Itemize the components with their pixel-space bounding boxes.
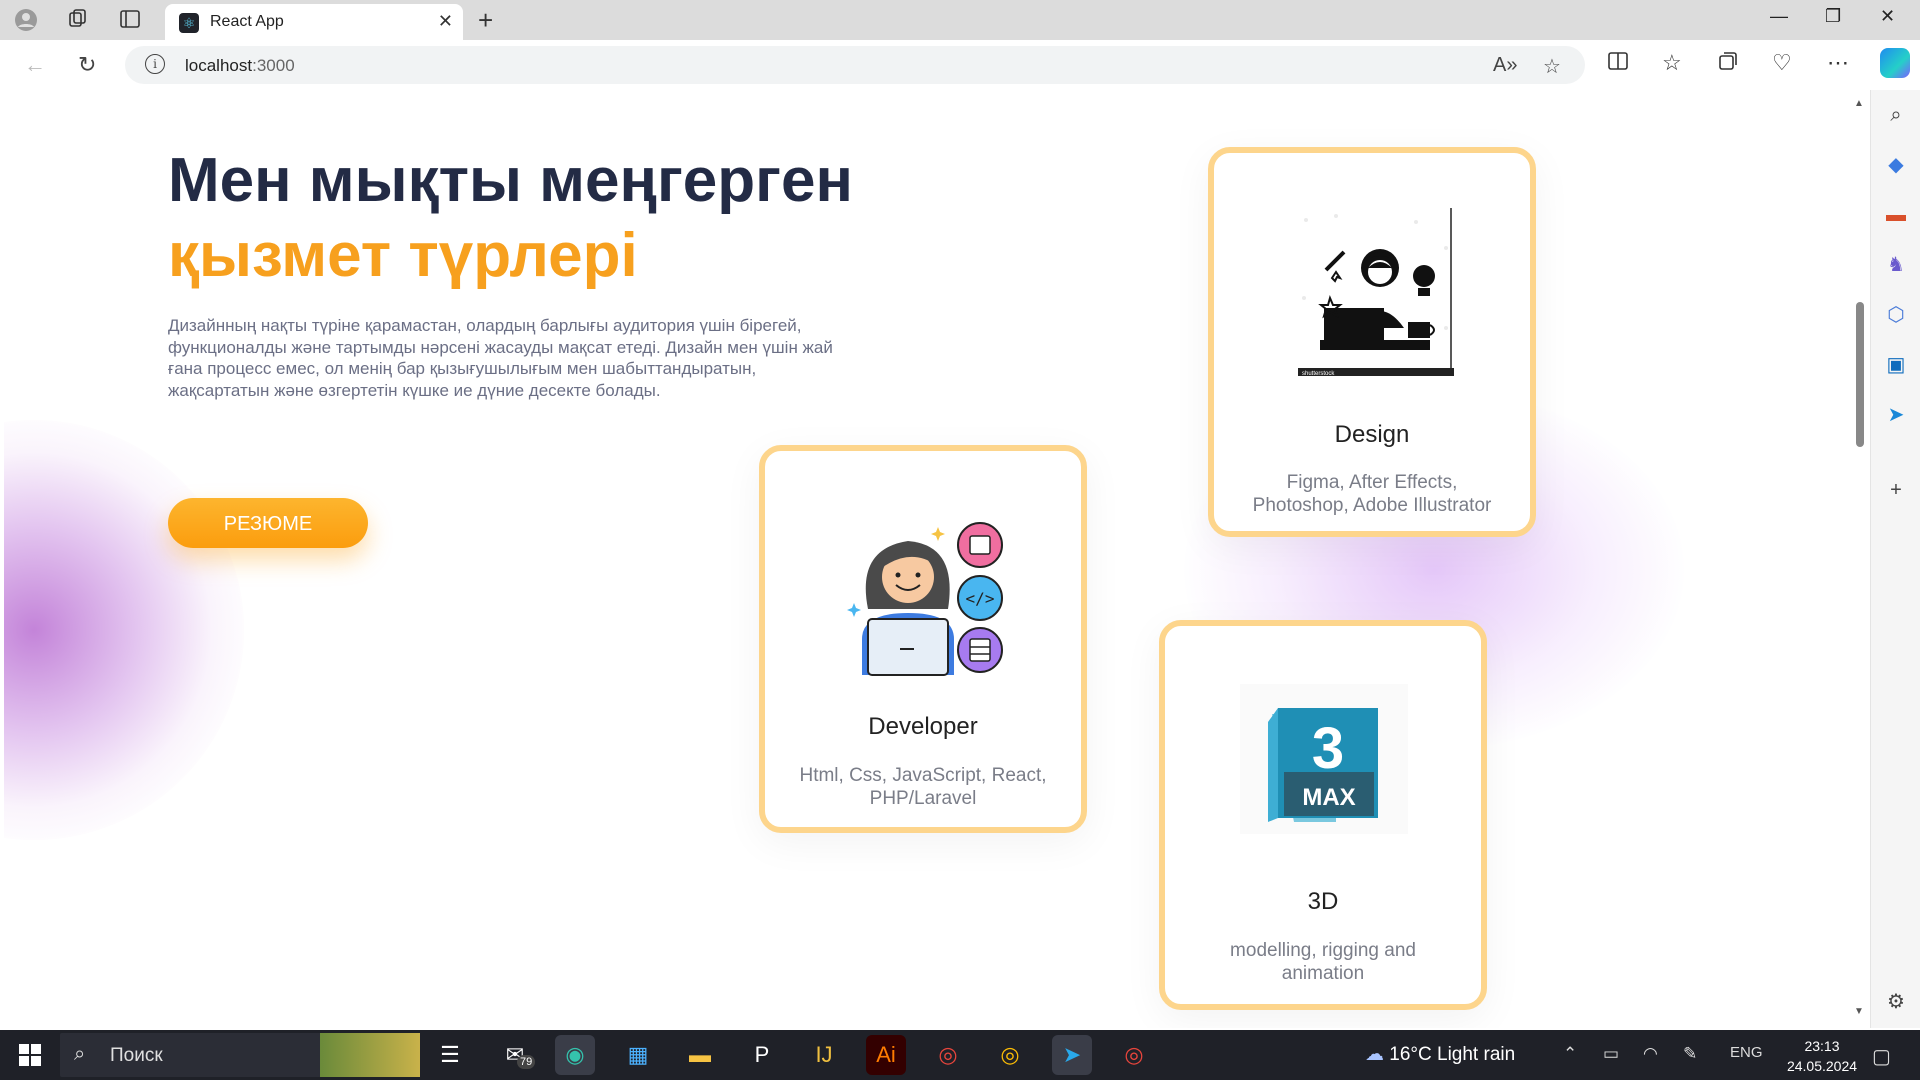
read-aloud-icon[interactable]: A»	[1493, 54, 1517, 77]
sidebar-outlook-icon[interactable]: ▣	[1884, 353, 1908, 377]
back-icon[interactable]: ←	[24, 52, 46, 78]
card-desc-design: Figma, After Effects, Photoshop, Adobe I…	[1252, 472, 1492, 516]
split-screen-icon[interactable]	[1607, 50, 1629, 78]
mail-badge: 79	[517, 1055, 536, 1069]
refresh-icon[interactable]: ↻	[78, 52, 96, 78]
heading-line-1: Мен мықты меңгерген	[168, 146, 853, 215]
new-tab-icon[interactable]: +	[478, 6, 493, 34]
heading-line-2: қызмет түрлері	[168, 221, 638, 290]
sidebar-settings-icon[interactable]: ⚙	[1884, 990, 1908, 1014]
page-scrollbar[interactable]: ▲ ▼	[1850, 90, 1870, 1028]
favorites-icon[interactable]: ☆	[1662, 50, 1682, 76]
pen-icon[interactable]: ✎	[1683, 1044, 1697, 1064]
search-highlight-image	[320, 1033, 420, 1077]
workspaces-icon[interactable]	[66, 8, 90, 32]
wifi-icon[interactable]: ◠	[1643, 1044, 1658, 1064]
task-view-icon[interactable]: ☰	[430, 1035, 470, 1075]
card-title-3d: 3D	[1307, 888, 1339, 915]
chrome-profile2-app-icon[interactable]: ◎	[1114, 1035, 1154, 1075]
react-favicon-icon: ⚛	[179, 13, 199, 33]
copilot-icon[interactable]	[1880, 48, 1910, 78]
address-bar-row: ← ↻ i localhost:3000 A» ☆ ☆ ♡ ⋯	[0, 40, 1920, 90]
developer-illustration: </>	[840, 499, 1010, 679]
window-close-icon[interactable]: ✕	[1880, 6, 1895, 27]
windows-taskbar: ⌕ Поиск ☰ ✉ 79 ◉ ▦ ▬ P IJ Ai ◎ ◎ ➤ ◎ ☁ 16…	[0, 1030, 1920, 1080]
sidebar-search-icon[interactable]: ⌕	[1884, 103, 1908, 127]
chrome-app-icon[interactable]: ◎	[990, 1035, 1030, 1075]
browser-essentials-icon[interactable]: ♡	[1772, 50, 1792, 76]
edge-app-icon[interactable]: ◉	[555, 1035, 595, 1075]
scroll-down-icon[interactable]: ▼	[1854, 1006, 1864, 1017]
sidebar-tools-icon[interactable]: ▬	[1884, 203, 1908, 227]
site-info-icon[interactable]: i	[145, 54, 165, 74]
sidebar-games-icon[interactable]: ♞	[1884, 253, 1908, 277]
tab-title: React App	[210, 13, 284, 30]
favorite-star-icon[interactable]: ☆	[1543, 54, 1561, 79]
tab-actions-icon[interactable]	[118, 8, 142, 32]
restore-icon[interactable]: ❐	[1825, 6, 1841, 27]
close-tab-icon[interactable]: ✕	[438, 11, 453, 32]
profile-icon[interactable]	[14, 8, 38, 32]
clock-time: 23:13	[1804, 1038, 1840, 1054]
url-port: :3000	[252, 56, 295, 75]
search-icon: ⌕	[74, 1043, 86, 1065]
collections-icon[interactable]	[1717, 50, 1739, 78]
weather-widget[interactable]: ☁ 16°C Light rain	[1365, 1043, 1515, 1066]
clock[interactable]: 23:13 24.05.2024	[1777, 1036, 1867, 1076]
logo-number: 3	[1312, 716, 1344, 781]
illustrator-app-icon[interactable]: Ai	[866, 1035, 906, 1075]
minimize-icon[interactable]: —	[1770, 6, 1788, 27]
scroll-up-icon[interactable]: ▲	[1854, 98, 1864, 109]
svg-text:</>: </>	[966, 589, 995, 608]
service-card-developer: </> Developer Html, Css, JavaScript, Rea…	[759, 445, 1087, 833]
service-card-3d: 3 MAX 3D modelling, rigging and animatio…	[1159, 620, 1487, 1010]
sidebar-shopping-icon[interactable]: ◆	[1884, 153, 1908, 177]
clock-date: 24.05.2024	[1786, 1058, 1858, 1074]
language-indicator[interactable]: ENG	[1730, 1044, 1763, 1061]
telegram-app-icon[interactable]: ➤	[1052, 1035, 1092, 1075]
chrome-profile-app-icon[interactable]: ◎	[928, 1035, 968, 1075]
file-explorer-icon[interactable]: ▬	[680, 1035, 720, 1075]
card-title-design: Design	[1334, 421, 1410, 448]
address-input[interactable]: i localhost:3000 A» ☆	[125, 46, 1585, 84]
mail-app-icon[interactable]: ✉ 79	[495, 1035, 536, 1075]
store-app-icon[interactable]: ▦	[618, 1035, 658, 1075]
notifications-icon[interactable]: ▢	[1872, 1044, 1891, 1069]
tray-chevron-icon[interactable]: ⌃	[1563, 1044, 1577, 1064]
weather-text: 16°C Light rain	[1389, 1044, 1516, 1065]
browser-tab-bar: ⚛ React App ✕ + — ❐ ✕	[0, 0, 1920, 40]
sidebar-add-icon[interactable]: +	[1884, 478, 1908, 502]
more-menu-icon[interactable]: ⋯	[1827, 50, 1849, 76]
card-title-developer: Developer	[868, 713, 978, 740]
tab-react-app[interactable]: ⚛ React App ✕	[165, 4, 463, 40]
shutterstock-caption: shutterstock	[1302, 371, 1335, 376]
page-viewport: Мен мықты меңгерген қызмет түрлері Дизай…	[4, 90, 1850, 1028]
services-description: Дизайнның нақты түріне қарамастан, олард…	[168, 316, 833, 400]
resume-button[interactable]: РЕЗЮМЕ	[168, 498, 368, 548]
taskbar-search-input[interactable]: ⌕ Поиск	[60, 1033, 420, 1077]
card-desc-developer: Html, Css, JavaScript, React, PHP/Larave…	[799, 765, 1047, 809]
start-windows-icon[interactable]	[10, 1035, 50, 1075]
decorative-blob-left	[4, 420, 244, 840]
scroll-thumb[interactable]	[1856, 302, 1864, 447]
sidebar-m365-icon[interactable]: ⬡	[1884, 303, 1908, 327]
url-text[interactable]: localhost:3000	[185, 56, 295, 76]
service-card-design: shutterstock Design Figma, After Effects…	[1208, 147, 1536, 537]
logo-text: MAX	[1302, 784, 1355, 811]
jetbrains-p-app-icon[interactable]: P	[742, 1035, 782, 1075]
design-illustration: shutterstock	[1296, 208, 1456, 377]
sidebar-send-icon[interactable]: ➤	[1884, 403, 1908, 427]
battery-icon[interactable]: ▭	[1603, 1044, 1619, 1064]
edge-sidebar: ⌕ ◆ ▬ ♞ ⬡ ▣ ➤ + ⚙	[1870, 90, 1920, 1028]
url-host: localhost	[185, 56, 253, 75]
taskbar-search-placeholder: Поиск	[110, 1045, 163, 1066]
intellij-app-icon[interactable]: IJ	[804, 1035, 844, 1075]
card-desc-3d: modelling, rigging and animation	[1230, 940, 1416, 984]
3dsmax-logo: 3 MAX	[1240, 684, 1408, 834]
cloud-rain-icon: ☁	[1365, 1044, 1384, 1065]
